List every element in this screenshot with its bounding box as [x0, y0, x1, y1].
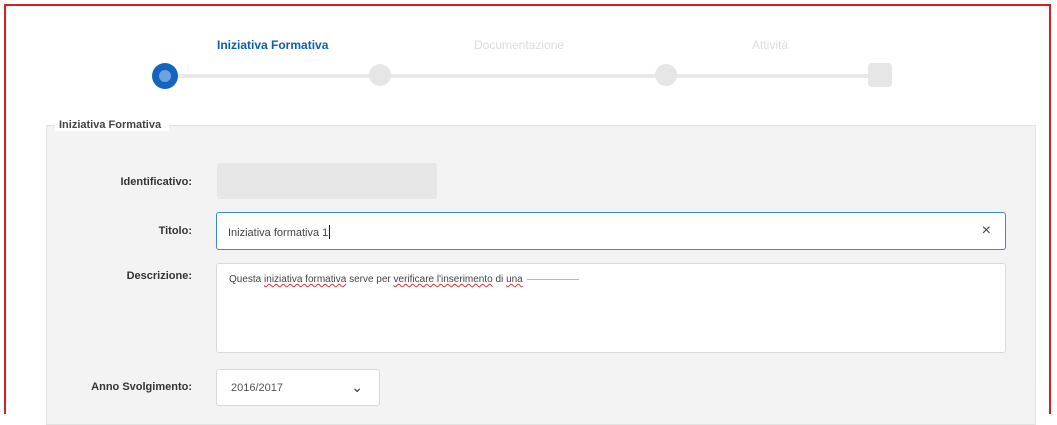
desc-part-4: verificare l'inserimento — [393, 274, 493, 285]
identificativo-field — [217, 163, 437, 199]
text-caret — [329, 225, 331, 239]
step-label-documentazione[interactable]: Documentazione — [474, 38, 564, 52]
desc-part-5: di — [492, 274, 507, 285]
anno-value: 2016/2017 — [231, 382, 283, 394]
descrizione-label: Descrizione: — [126, 270, 192, 282]
step-1-indicator[interactable] — [152, 63, 178, 89]
step-2-indicator[interactable] — [369, 64, 391, 86]
titolo-label: Titolo: — [158, 225, 192, 237]
step-label-iniziativa[interactable]: Iniziativa Formativa — [217, 38, 328, 52]
step-end-indicator[interactable] — [868, 63, 892, 87]
chevron-down-icon: ⌄ — [351, 379, 363, 395]
wizard-stepper: Iniziativa Formativa Documentazione Atti… — [0, 0, 1057, 110]
anno-select[interactable]: 2016/2017 ⌄ — [216, 369, 380, 406]
desc-part-6: una — [506, 274, 523, 285]
step-label-attivita[interactable]: Attività — [752, 38, 788, 52]
identificativo-label: Identificativo: — [120, 176, 192, 188]
clear-icon[interactable]: × — [982, 222, 991, 240]
titolo-value: Iniziativa formativa 1 — [228, 227, 329, 239]
titolo-input[interactable]: Iniziativa formativa 1 × — [216, 212, 1006, 250]
step-3-indicator[interactable] — [655, 64, 677, 86]
descrizione-textarea[interactable]: Questa iniziativa formativa serve per ve… — [216, 263, 1006, 353]
anno-label: Anno Svolgimento: — [91, 381, 192, 393]
stepper-track — [168, 74, 880, 78]
desc-part-2: iniziativa formativa — [264, 274, 347, 285]
fieldset-legend: Iniziativa Formativa — [55, 119, 170, 131]
desc-part-3: serve per — [346, 274, 394, 285]
desc-trailing-text — [526, 278, 579, 280]
desc-part-1: Questa — [229, 274, 265, 285]
